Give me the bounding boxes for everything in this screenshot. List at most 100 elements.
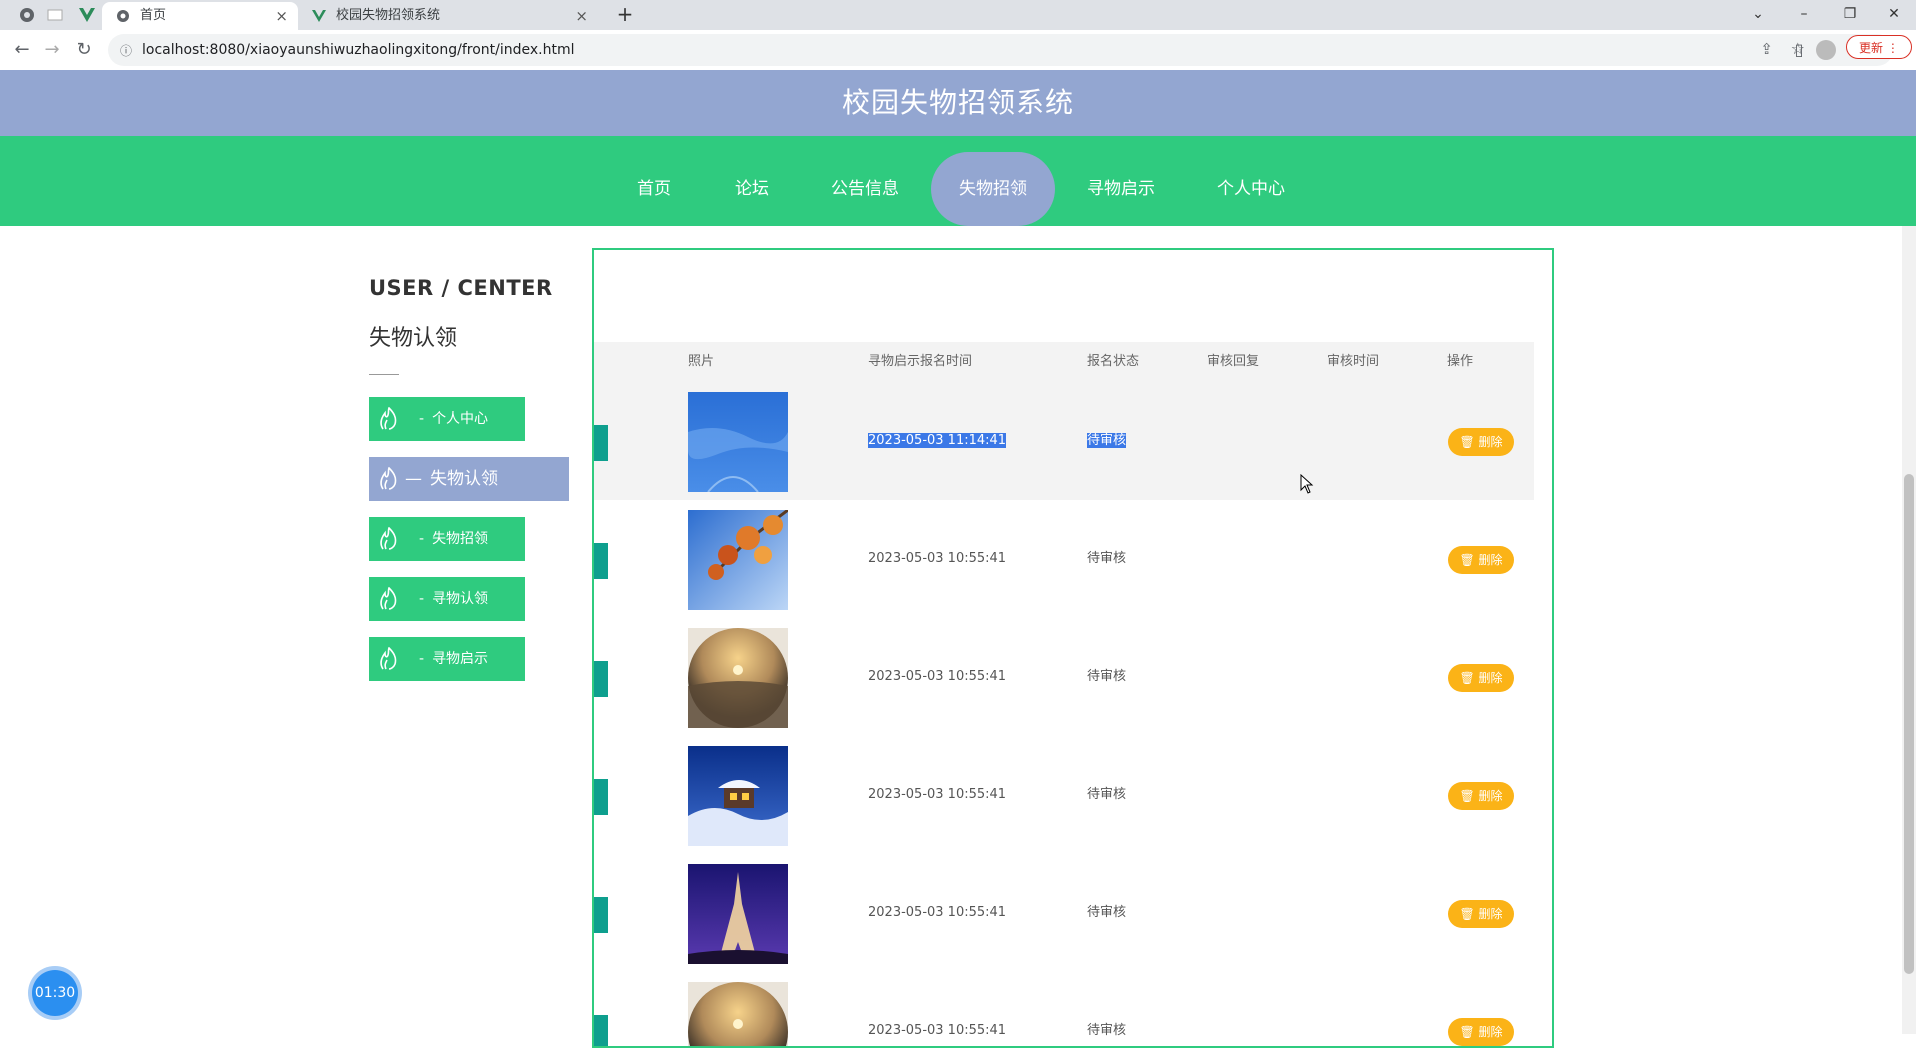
sidebar-item-search-claim[interactable]: - 寻物认领 <box>369 577 525 621</box>
eiffel-tower-photo[interactable] <box>688 864 788 964</box>
delete-button[interactable]: 🗑 删除 <box>1448 428 1514 456</box>
user-center-title: USER / CENTER <box>369 276 553 300</box>
flame-icon <box>380 407 397 430</box>
menu-prefix: - <box>419 651 425 667</box>
delete-button[interactable]: 🗑 删除 <box>1448 900 1514 928</box>
sidebar-item-lost-found[interactable]: - 失物招领 <box>369 517 525 561</box>
time-text: 2023-05-03 11:14:41 <box>868 433 1007 448</box>
chevron-down-icon[interactable]: ⌄ <box>1736 0 1780 30</box>
address-bar: ← → ↻ ⓘ localhost:8080/xiaoyaunshiwuzhao… <box>0 30 1916 71</box>
snow-cabin-photo[interactable] <box>688 746 788 846</box>
column-header-reply: 审核回复 <box>1207 354 1260 369</box>
table-header: 照片 寻物启示报名时间 报名状态 审核回复 审核时间 操作 <box>594 342 1534 382</box>
column-header-photo: 照片 <box>688 354 715 369</box>
page-scrollbar[interactable] <box>1902 226 1916 1034</box>
reload-icon[interactable]: ↻ <box>72 38 96 62</box>
flame-icon <box>380 647 397 670</box>
row-marker <box>594 897 608 933</box>
mouse-cursor-icon <box>1300 474 1314 494</box>
fisheye-sunset-photo[interactable] <box>688 628 788 728</box>
status-text: 待审核 <box>1087 1023 1127 1038</box>
delete-button[interactable]: 🗑 删除 <box>1448 782 1514 810</box>
globe-icon <box>117 10 129 22</box>
update-button[interactable]: 更新 ⋮ <box>1846 35 1912 59</box>
info-icon[interactable]: ⓘ <box>120 42 132 59</box>
delete-label: 删除 <box>1478 671 1503 685</box>
delete-button[interactable]: 🗑 删除 <box>1448 546 1514 574</box>
profile-avatar-icon[interactable] <box>1816 40 1836 60</box>
menu-label: 寻物启示 <box>432 651 489 667</box>
table-row[interactable]: 2023-05-03 10:55:41 待审核 🗑 删除 <box>594 618 1534 736</box>
nav-forum[interactable]: 论坛 <box>724 152 780 226</box>
delete-button[interactable]: 🗑 删除 <box>1448 664 1514 692</box>
nav-lost-found[interactable]: 失物招领 <box>931 152 1055 226</box>
claims-panel: 照片 寻物启示报名时间 报名状态 审核回复 审核时间 操作 2023-05-03… <box>592 248 1554 1048</box>
sidepanel-icon[interactable]: ▯ <box>1787 38 1811 62</box>
close-icon[interactable]: × <box>575 2 588 30</box>
minimize-button[interactable]: – <box>1782 0 1826 30</box>
delete-label: 删除 <box>1478 907 1503 921</box>
blank-page-icon[interactable] <box>46 6 64 24</box>
trash-icon: 🗑 <box>1459 553 1475 567</box>
column-header-status: 报名状态 <box>1087 354 1140 369</box>
nav-announcements[interactable]: 公告信息 <box>822 152 908 226</box>
recording-timer[interactable]: 01:30 <box>32 970 78 1016</box>
url-text: localhost:8080/xiaoyaunshiwuzhaolingxito… <box>142 42 575 58</box>
tab-system[interactable]: 校园失物招领系统 × <box>298 2 598 30</box>
trash-icon: 🗑 <box>1459 1025 1475 1039</box>
menu-label: 失物招领 <box>432 531 489 547</box>
table-row[interactable]: 2023-05-03 10:55:41 待审核 🗑 删除 <box>594 854 1534 972</box>
status-text: 待审核 <box>1087 787 1127 802</box>
forward-arrow-icon[interactable]: → <box>40 38 64 62</box>
menu-prefix: - <box>419 591 425 607</box>
tab-home[interactable]: 首页 × <box>102 2 298 30</box>
nav-personal-center[interactable]: 个人中心 <box>1208 152 1294 226</box>
table-row[interactable]: 2023-05-03 10:55:41 待审核 🗑 删除 <box>594 736 1534 854</box>
column-header-actions: 操作 <box>1447 354 1474 369</box>
menu-label: 个人中心 <box>432 411 489 427</box>
fisheye-sunset-photo[interactable] <box>688 982 788 1048</box>
menu-label: 失物认领 <box>430 469 498 489</box>
signup-time: 2023-05-03 10:55:41 <box>868 905 1007 920</box>
share-icon[interactable]: ⇪ <box>1760 40 1773 58</box>
status-text: 待审核 <box>1087 905 1127 920</box>
url-field[interactable]: ⓘ localhost:8080/xiaoyaunshiwuzhaolingxi… <box>108 34 1893 66</box>
browser-tab-strip: 首页 × 校园失物招领系统 × + ⌄ – ❐ ✕ <box>0 0 1916 30</box>
update-label: 更新 <box>1859 41 1884 55</box>
sidebar-item-personal-center[interactable]: - 个人中心 <box>369 397 525 441</box>
restore-button[interactable]: ❐ <box>1828 0 1872 30</box>
scrollbar-thumb[interactable] <box>1904 474 1914 974</box>
sidebar-item-search-notice[interactable]: - 寻物启示 <box>369 637 525 681</box>
close-icon[interactable]: × <box>275 2 288 30</box>
delete-label: 删除 <box>1478 553 1503 567</box>
table-row[interactable]: 2023-05-03 11:14:41 待审核 🗑 删除 <box>594 382 1534 500</box>
row-marker <box>594 779 608 815</box>
table-row[interactable]: 2023-05-03 10:55:41 待审核 🗑 删除 <box>594 500 1534 618</box>
delete-button[interactable]: 🗑 删除 <box>1448 1018 1514 1046</box>
tab-title: 校园失物招领系统 <box>336 8 441 23</box>
column-header-signup-time: 寻物启示报名时间 <box>868 354 973 369</box>
table-row[interactable]: 2023-05-03 10:55:41 待审核 🗑 删除 <box>594 972 1534 1048</box>
row-marker <box>594 543 608 579</box>
user-center-subtitle: 失物认领 <box>369 326 458 351</box>
close-window-button[interactable]: ✕ <box>1872 0 1916 30</box>
nav-search-notice[interactable]: 寻物启示 <box>1078 152 1164 226</box>
row-marker <box>594 1015 608 1046</box>
main-nav: 首页 论坛 公告信息 失物招领 寻物启示 个人中心 <box>0 136 1916 226</box>
trash-icon: 🗑 <box>1459 907 1475 921</box>
sidebar-item-claim-lost[interactable]: — 失物认领 <box>369 457 569 501</box>
vue-icon[interactable] <box>78 6 96 24</box>
back-arrow-icon[interactable]: ← <box>10 38 34 62</box>
nav-home[interactable]: 首页 <box>624 152 684 226</box>
delete-label: 删除 <box>1478 435 1503 449</box>
divider <box>369 374 399 375</box>
signup-time: 2023-05-03 10:55:41 <box>868 551 1007 566</box>
new-tab-button[interactable]: + <box>603 0 647 30</box>
globe-icon[interactable] <box>18 6 36 24</box>
site-title: 校园失物招领系统 <box>841 86 1074 119</box>
tab-title: 首页 <box>140 8 167 23</box>
snow-blue-photo[interactable] <box>688 392 788 492</box>
signup-time: 2023-05-03 10:55:41 <box>868 1023 1007 1038</box>
signup-time: 2023-05-03 11:14:41 <box>868 432 1007 450</box>
autumn-leaves-photo[interactable] <box>688 510 788 610</box>
